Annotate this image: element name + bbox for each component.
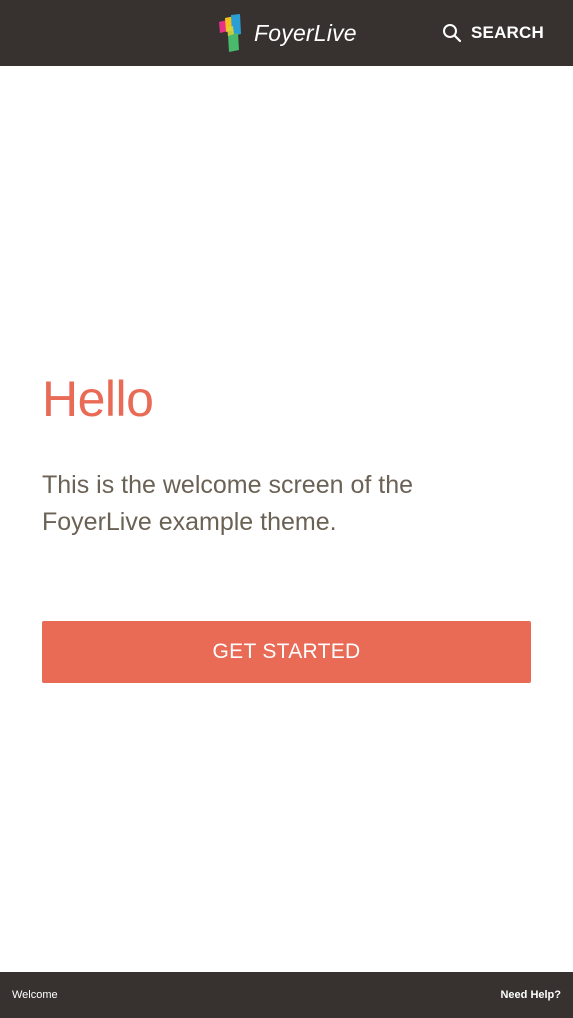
search-button[interactable]: SEARCH [442, 21, 544, 45]
need-help-link[interactable]: Need Help? [500, 989, 561, 1001]
top-bar: FoyerLive SEARCH [0, 0, 573, 66]
bottom-bar: Welcome Need Help? [0, 972, 573, 1018]
welcome-description: This is the welcome screen of the FoyerL… [42, 471, 413, 536]
page-title: Hello [42, 371, 154, 427]
get-started-button[interactable]: GET STARTED [42, 621, 531, 683]
welcome-screen: FoyerLive SEARCH Hello This is the welco… [0, 0, 573, 1018]
brand-name: FoyerLive [254, 20, 357, 46]
brand-logo[interactable]: FoyerLive [218, 14, 357, 52]
search-icon [443, 24, 462, 43]
foyerlive-logo-icon [219, 14, 241, 52]
search-label: SEARCH [471, 23, 544, 42]
footer-welcome-label: Welcome [12, 989, 58, 1001]
